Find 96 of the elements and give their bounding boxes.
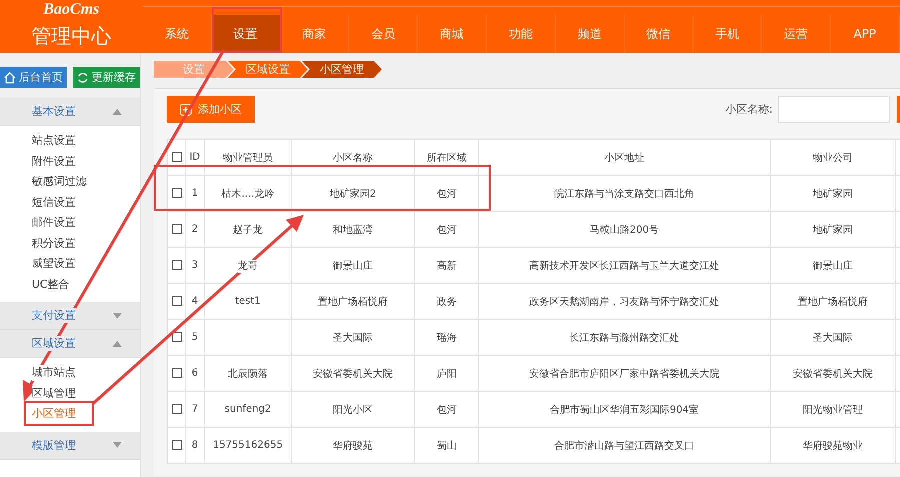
sidebar-group-header[interactable]: 区域设置 bbox=[0, 330, 140, 358]
sidebar-item[interactable]: 邮件设置 bbox=[32, 215, 76, 230]
nav-tab[interactable]: APP bbox=[831, 15, 900, 53]
nav-tab[interactable]: 系统 bbox=[143, 15, 212, 53]
nav-tab[interactable]: 商城 bbox=[418, 15, 488, 53]
table-cell: 长江东路与滁州路交汇处 bbox=[570, 332, 680, 344]
select-all-checkbox[interactable] bbox=[172, 152, 182, 162]
highlight-frame bbox=[212, 7, 282, 53]
column-header: 小区名称 bbox=[292, 140, 415, 176]
table-cell: 安徽省委机关大院 bbox=[313, 368, 394, 380]
refresh-icon bbox=[77, 72, 89, 84]
table-cell: 置地广场栢悦府 bbox=[798, 296, 868, 308]
row-checkbox[interactable] bbox=[172, 296, 182, 306]
table-cell: 御景山庄 bbox=[333, 260, 374, 272]
nav-tab[interactable]: 运营 bbox=[762, 15, 832, 53]
table-cell: 圣大国际 bbox=[812, 332, 853, 344]
row-checkbox[interactable] bbox=[172, 260, 182, 270]
nav-tab[interactable]: 设置 bbox=[212, 15, 281, 53]
row-checkbox[interactable] bbox=[172, 368, 182, 378]
sidebar-item[interactable]: 威望设置 bbox=[32, 256, 76, 272]
sidebar-group-header[interactable]: 支付设置 bbox=[0, 302, 140, 330]
row-checkbox[interactable] bbox=[172, 440, 182, 450]
table-cell: 阳光物业管理 bbox=[802, 404, 863, 416]
table-cell: 包河 bbox=[436, 404, 457, 416]
add-button[interactable]: 添加小区 bbox=[167, 96, 255, 123]
home-button[interactable]: 后台首页 bbox=[0, 67, 67, 88]
nav-tab[interactable]: 手机 bbox=[694, 15, 762, 53]
admin-title: 管理中心 bbox=[32, 23, 112, 50]
table-cell: 合肥市潜山路与望江西路交叉口 bbox=[554, 440, 695, 452]
row-checkbox[interactable] bbox=[172, 404, 182, 414]
table-cell: 蜀山 bbox=[436, 440, 457, 452]
refresh-cache-button[interactable]: 更新缓存 bbox=[73, 67, 140, 88]
table-cell: 包河 bbox=[436, 224, 457, 236]
column-header: 小区地址 bbox=[478, 140, 770, 176]
group-title: 区域设置 bbox=[32, 336, 76, 351]
table-cell: 华府骏苑物业 bbox=[802, 440, 863, 452]
table-cell: 包河 bbox=[436, 188, 457, 200]
table-cell: 高新 bbox=[436, 260, 457, 272]
nav-tab[interactable]: 功能 bbox=[487, 15, 556, 53]
breadcrumb-item[interactable]: 区域设置 bbox=[228, 61, 308, 78]
row-checkbox[interactable] bbox=[172, 224, 182, 234]
sidebar-item[interactable]: UC整合 bbox=[32, 276, 70, 292]
sidebar-item[interactable]: 小区管理 bbox=[32, 406, 76, 422]
sidebar-item[interactable]: 积分设置 bbox=[32, 236, 76, 251]
sidebar-item[interactable]: 附件设置 bbox=[32, 154, 76, 169]
column-header: 物业管理员 bbox=[204, 140, 292, 176]
group-title: 支付设置 bbox=[32, 308, 76, 323]
table-cell: 和地蓝湾 bbox=[333, 224, 374, 236]
column-header: 物业公司 bbox=[770, 140, 896, 176]
sidebar-group-header[interactable]: 模版管理 bbox=[0, 432, 140, 460]
highlight-frame bbox=[24, 401, 94, 426]
table-cell: 政务区天鹅湖南岸，习友路与怀宁路交汇处 bbox=[530, 296, 720, 308]
table-cell: sunfeng2 bbox=[224, 403, 272, 416]
column-header: 所在区域 bbox=[414, 140, 479, 176]
search-field[interactable] bbox=[778, 96, 890, 123]
table-cell: 圣大国际 bbox=[333, 332, 374, 344]
row-checkbox[interactable] bbox=[172, 188, 182, 198]
sidebar-item[interactable]: 敏感词过滤 bbox=[32, 174, 87, 190]
table-cell: 华府骏苑 bbox=[333, 440, 374, 452]
table-cell: 政务 bbox=[436, 296, 457, 308]
plus-icon bbox=[180, 104, 192, 116]
sidebar-group-header[interactable]: 基本设置 bbox=[0, 98, 140, 126]
table-cell: 马鞍山路200号 bbox=[590, 224, 660, 236]
nav-tab[interactable]: 频道 bbox=[556, 15, 625, 53]
nav-tab[interactable]: 商家 bbox=[280, 15, 350, 53]
table-cell: 地矿家园2 bbox=[330, 188, 376, 200]
sidebar-item[interactable]: 短信设置 bbox=[32, 194, 76, 210]
table-cell: 地矿家园 bbox=[812, 224, 853, 236]
table-cell: 庐阳 bbox=[436, 368, 457, 380]
table-cell: 龙哥 bbox=[238, 260, 258, 272]
table-cell: 赵子龙 bbox=[233, 224, 264, 236]
table-cell: 御景山庄 bbox=[812, 260, 853, 272]
brand-logo: BaoCms bbox=[43, 1, 100, 19]
breadcrumb-item[interactable]: 小区管理 bbox=[302, 61, 382, 78]
table-cell: 安徽省委机关大院 bbox=[792, 368, 873, 380]
table-cell: 北辰陨落 bbox=[228, 368, 268, 380]
sidebar-item[interactable]: 区域管理 bbox=[32, 386, 76, 401]
search-label: 小区名称: bbox=[725, 102, 773, 117]
column-header: ID bbox=[186, 140, 205, 176]
group-title: 模版管理 bbox=[32, 438, 76, 452]
sidebar-item[interactable]: 站点设置 bbox=[32, 133, 76, 148]
table-cell: 置地广场栢悦府 bbox=[318, 296, 388, 308]
table-cell: 阳光小区 bbox=[333, 404, 374, 416]
table-cell: 枯木....龙吟 bbox=[222, 188, 274, 200]
nav-tab[interactable]: 微信 bbox=[624, 15, 694, 53]
table-cell: 瑶海 bbox=[436, 332, 457, 344]
group-title: 基本设置 bbox=[32, 104, 76, 119]
table-cell: 合肥市蜀山区华润五彩国际904室 bbox=[550, 404, 700, 416]
nav-tab[interactable]: 会员 bbox=[349, 15, 418, 53]
home-icon bbox=[4, 72, 16, 84]
table-cell: 地矿家园 bbox=[812, 188, 853, 200]
table-cell: 皖江东路与当涂支路交口西北角 bbox=[554, 188, 695, 200]
table-cell: 安徽省合肥市庐阳区厂家中路省委机关大院 bbox=[530, 368, 720, 380]
row-checkbox[interactable] bbox=[172, 332, 182, 342]
table-cell: 高新技术开发区长江西路与玉兰大道交江处 bbox=[530, 260, 720, 272]
sidebar-item[interactable]: 城市站点 bbox=[32, 365, 76, 380]
